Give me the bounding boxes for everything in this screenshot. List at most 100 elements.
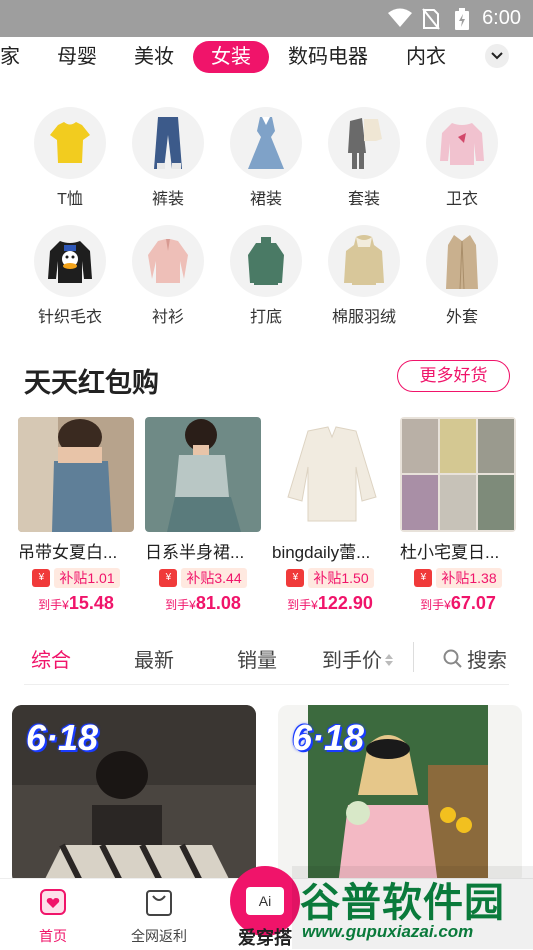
- base-layer-icon: [230, 225, 302, 297]
- tab-womens-clothing[interactable]: 女装: [193, 41, 269, 73]
- subsidy-badge: 补贴1.50: [308, 568, 374, 588]
- product-price: 15.48: [68, 593, 114, 613]
- battery-icon: [455, 8, 469, 30]
- promo-product-card[interactable]: bingdaily蕾... ¥ 补贴1.50 到手¥122.90: [272, 417, 388, 614]
- sort-divider: [413, 642, 414, 672]
- jeans-icon: [132, 107, 204, 179]
- nav-home[interactable]: 首页: [8, 887, 98, 946]
- subcategory-down-jacket[interactable]: 棉服羽绒: [319, 225, 409, 327]
- nav-rebate-label: 全网返利: [131, 928, 187, 944]
- subcategory-label: 打底: [249, 309, 282, 326]
- search-button[interactable]: 搜索: [443, 644, 507, 673]
- coat-icon: [426, 225, 498, 297]
- sort-bar: 综合 最新 销量 到手价 搜索: [0, 636, 533, 676]
- subcategory-shirt[interactable]: 衬衫: [123, 225, 213, 327]
- tab-underwear[interactable]: 内衣: [406, 41, 446, 73]
- subcategory-label: 裤装: [151, 191, 184, 208]
- search-label: 搜索: [467, 650, 507, 672]
- subcategory-dress[interactable]: 裙装: [221, 107, 311, 209]
- price-prefix: 到手¥: [420, 598, 451, 612]
- shirt-icon: [132, 225, 204, 297]
- search-icon: [443, 649, 462, 668]
- subcategory-hoodie[interactable]: 卫衣: [417, 107, 507, 209]
- product-title: bingdaily蕾...: [272, 543, 371, 562]
- subcategory-label: 针织毛衣: [37, 309, 102, 326]
- subcategory-label: 裙装: [249, 191, 282, 208]
- promo-product-card[interactable]: 杜小宅夏日... ¥ 补贴1.38 到手¥67.07: [400, 417, 516, 614]
- product-image: [272, 417, 388, 532]
- tab-digital-appliances[interactable]: 数码电器: [288, 41, 368, 73]
- tab-mother-baby[interactable]: 母婴: [57, 41, 97, 73]
- subcategory-coat[interactable]: 外套: [417, 225, 507, 327]
- tab-home[interactable]: 家: [0, 41, 20, 73]
- product-title: 杜小宅夏日...: [400, 543, 500, 562]
- badge-618: 6·18: [292, 717, 365, 758]
- red-packet-icon: ¥: [414, 569, 433, 587]
- sort-newest[interactable]: 最新: [134, 644, 174, 673]
- shopping-bag-icon: [146, 890, 172, 916]
- subcategory-label: 套装: [347, 191, 380, 208]
- product-title: 日系半身裙...: [145, 543, 245, 562]
- no-sim-icon: [422, 8, 440, 30]
- subcategory-label: 棉服羽绒: [331, 309, 396, 326]
- subsidy-badge: 补贴1.01: [54, 568, 120, 588]
- suit-set-icon: [328, 107, 400, 179]
- product-price: 81.08: [195, 593, 241, 613]
- knit-sweater-icon: [34, 225, 106, 297]
- subcategory-label: 外套: [445, 309, 478, 326]
- promo-product-card[interactable]: 日系半身裙... ¥ 补贴3.44 到手¥81.08: [145, 417, 261, 614]
- badge-618: 6·18: [26, 717, 99, 758]
- subcategory-label: 衬衫: [151, 309, 184, 326]
- nav-home-label: 首页: [39, 928, 67, 944]
- subcategory-pants[interactable]: 裤装: [123, 107, 213, 209]
- chevron-down-icon: [491, 52, 503, 60]
- tab-beauty[interactable]: 美妆: [134, 41, 174, 73]
- promo-section-title: 天天红包购: [24, 368, 159, 398]
- subcategory-suit[interactable]: 套装: [319, 107, 409, 209]
- promo-product-card[interactable]: 吊带女夏白... ¥ 补贴1.01 到手¥15.48: [18, 417, 134, 614]
- watermark-title: 谷普软件园: [300, 881, 505, 925]
- product-image: [18, 417, 134, 532]
- expand-categories-button[interactable]: [485, 44, 509, 68]
- product-price: 67.07: [450, 593, 496, 613]
- price-prefix: 到手¥: [38, 598, 69, 612]
- wifi-icon: [388, 8, 412, 27]
- subsidy-badge: 补贴3.44: [181, 568, 247, 588]
- status-time: 6:00: [482, 7, 521, 29]
- sort-final-price[interactable]: 到手价: [322, 644, 394, 673]
- price-prefix: 到手¥: [165, 598, 196, 612]
- subcategory-label: 卫衣: [445, 191, 478, 208]
- product-title: 吊带女夏白...: [18, 543, 118, 562]
- red-packet-icon: ¥: [159, 569, 178, 587]
- sort-sales[interactable]: 销量: [237, 644, 277, 673]
- product-image: [400, 417, 516, 532]
- red-packet-icon: ¥: [32, 569, 51, 587]
- tshirt-icon: [34, 107, 106, 179]
- dress-icon: [230, 107, 302, 179]
- down-jacket-icon: [328, 225, 400, 297]
- feed-card[interactable]: 6·18: [12, 705, 256, 885]
- status-bar: 6:00: [0, 0, 533, 37]
- sort-comprehensive[interactable]: 综合: [31, 644, 71, 673]
- feed-card[interactable]: 6·18: [278, 705, 522, 885]
- subcategory-tshirt[interactable]: T恤: [25, 107, 115, 209]
- home-icon: [40, 889, 66, 915]
- nav-outfit-label: 爱穿搭: [238, 928, 292, 948]
- subcategory-label: T恤: [57, 191, 83, 208]
- ai-icon: Ai: [246, 887, 284, 915]
- divider: [24, 684, 509, 685]
- more-goods-button[interactable]: 更多好货: [397, 360, 510, 392]
- price-prefix: 到手¥: [287, 598, 318, 612]
- sort-arrows-icon: [385, 654, 393, 666]
- category-tabs: 家 母婴 美妆 女装 数码电器 内衣: [0, 37, 533, 75]
- subsidy-badge: 补贴1.38: [436, 568, 502, 588]
- subcategory-base-layer[interactable]: 打底: [221, 225, 311, 327]
- product-price: 122.90: [317, 593, 373, 613]
- sort-final-price-label: 到手价: [322, 650, 382, 672]
- red-packet-icon: ¥: [286, 569, 305, 587]
- product-image: [145, 417, 261, 532]
- nav-rebate[interactable]: 全网返利: [114, 887, 204, 946]
- watermark-url: www.gupuxiazai.com: [302, 922, 474, 941]
- subcategory-knit-sweater[interactable]: 针织毛衣: [25, 225, 115, 327]
- sweatshirt-icon: [426, 107, 498, 179]
